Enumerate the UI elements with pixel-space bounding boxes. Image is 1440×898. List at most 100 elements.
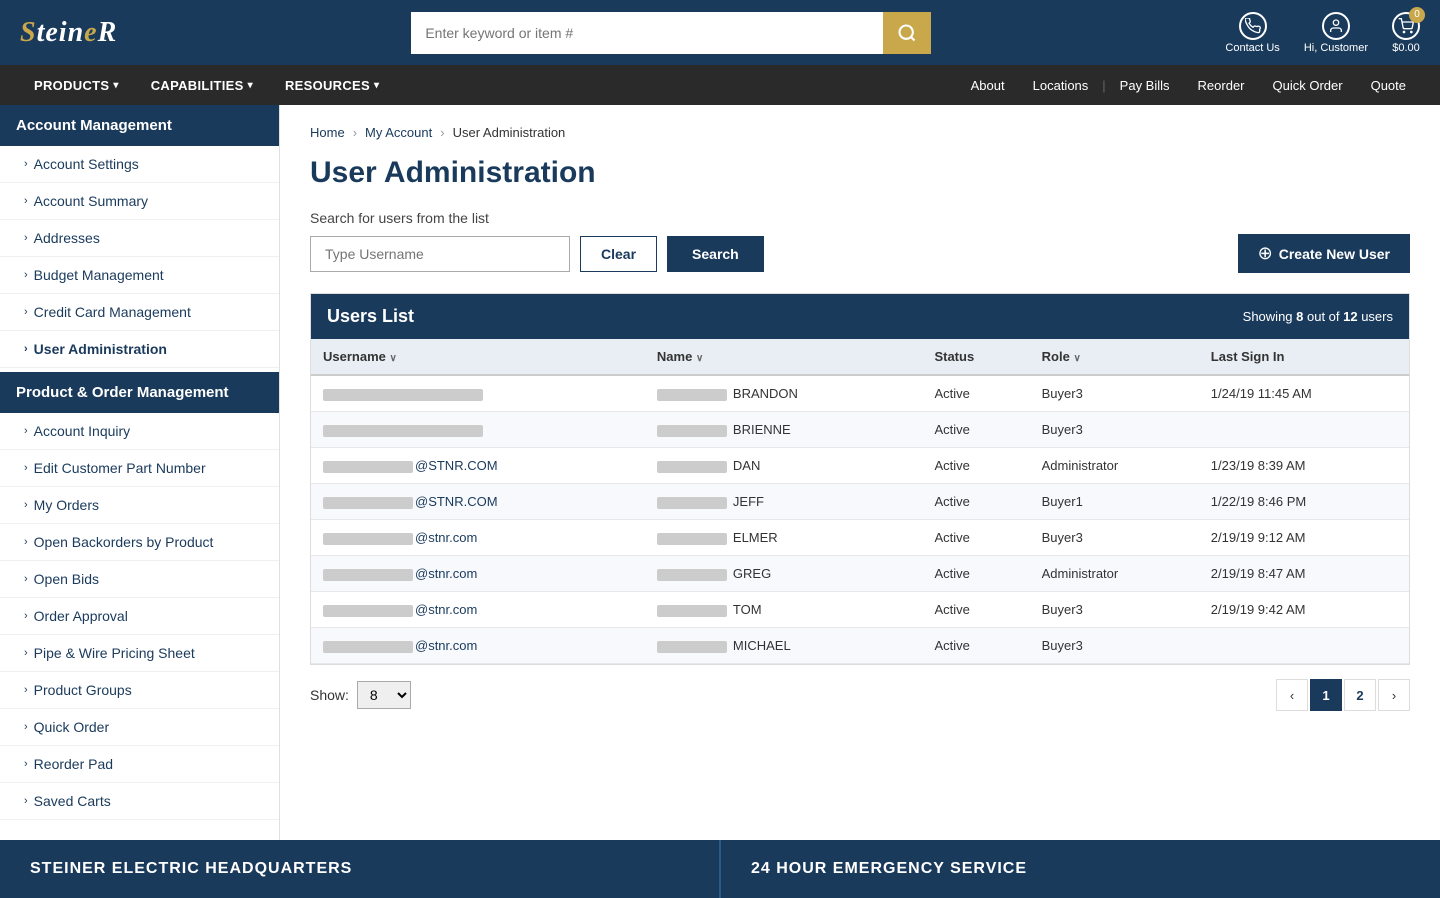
cell-last-sign-in: 1/22/19 8:46 PM: [1199, 484, 1409, 520]
prev-page-button[interactable]: ‹: [1276, 679, 1308, 711]
breadcrumb-home[interactable]: Home: [310, 125, 345, 140]
sidebar-item-quick-order[interactable]: › Quick Order: [0, 709, 279, 746]
table-row[interactable]: BRANDONActiveBuyer31/24/19 11:45 AM: [311, 375, 1409, 412]
name-blurred: [657, 569, 727, 581]
name-value: TOM: [733, 602, 762, 617]
search-button[interactable]: Search: [667, 236, 764, 272]
nav-item-locations[interactable]: Locations: [1019, 70, 1103, 101]
name-value: DAN: [733, 458, 760, 473]
username-blurred: [323, 461, 413, 473]
contact-us-icon-item[interactable]: Contact Us: [1225, 12, 1279, 54]
sidebar-item-budget-management[interactable]: › Budget Management: [0, 257, 279, 294]
sidebar-item-account-inquiry[interactable]: › Account Inquiry: [0, 413, 279, 450]
chevron-right-icon: ›: [24, 536, 28, 548]
breadcrumb-my-account[interactable]: My Account: [365, 125, 432, 140]
cell-role: Buyer1: [1030, 484, 1199, 520]
sidebar-item-account-settings[interactable]: › Account Settings: [0, 146, 279, 183]
table-row[interactable]: BRIENNEActiveBuyer3: [311, 412, 1409, 448]
cell-username[interactable]: @stnr.com: [311, 592, 645, 628]
footer-emergency-service: 24 HOUR EMERGENCY SERVICE: [719, 840, 1440, 898]
create-new-user-button[interactable]: ⊕ Create New User: [1238, 234, 1410, 273]
col-username[interactable]: Username ∨: [311, 339, 645, 375]
cart-icon-item[interactable]: 0 $0.00: [1392, 12, 1420, 54]
table-row[interactable]: @stnr.comELMERActiveBuyer32/19/19 9:12 A…: [311, 520, 1409, 556]
sidebar-item-order-approval[interactable]: › Order Approval: [0, 598, 279, 635]
table-row[interactable]: @stnr.comTOMActiveBuyer32/19/19 9:42 AM: [311, 592, 1409, 628]
table-row[interactable]: @STNR.COMJEFFActiveBuyer11/22/19 8:46 PM: [311, 484, 1409, 520]
chevron-right-icon: ›: [24, 647, 28, 659]
sidebar-item-account-summary[interactable]: › Account Summary: [0, 183, 279, 220]
col-status: Status: [922, 339, 1029, 375]
cell-username[interactable]: @stnr.com: [311, 520, 645, 556]
username-domain: @stnr.com: [415, 566, 477, 581]
showing-total: 12: [1343, 309, 1357, 324]
clear-button[interactable]: Clear: [580, 236, 657, 272]
sidebar-item-user-administration[interactable]: › User Administration: [0, 331, 279, 368]
breadcrumb-sep2: ›: [440, 125, 444, 140]
sort-icon: ∨: [390, 353, 397, 364]
cell-last-sign-in: 2/19/19 9:42 AM: [1199, 592, 1409, 628]
nav-item-quote[interactable]: Quote: [1357, 70, 1420, 101]
cell-username[interactable]: @stnr.com: [311, 628, 645, 664]
nav-item-reorder[interactable]: Reorder: [1184, 70, 1259, 101]
cell-role: Buyer3: [1030, 628, 1199, 664]
users-table-container: Users List Showing 8 out of 12 users Use…: [310, 293, 1410, 665]
chevron-down-icon: ▾: [374, 80, 379, 91]
name-value: MICHAEL: [733, 638, 791, 653]
username-blurred: [323, 389, 483, 401]
cell-status: Active: [922, 592, 1029, 628]
next-page-button[interactable]: ›: [1378, 679, 1410, 711]
nav-item-capabilities[interactable]: CAPABILITIES ▾: [137, 70, 267, 101]
cell-name: ELMER: [645, 520, 923, 556]
sidebar-item-my-orders[interactable]: › My Orders: [0, 487, 279, 524]
cell-username[interactable]: @STNR.COM: [311, 484, 645, 520]
chevron-right-icon: ›: [24, 610, 28, 622]
cell-name: BRANDON: [645, 375, 923, 412]
page-1-button[interactable]: 1: [1310, 679, 1342, 711]
table-row[interactable]: @stnr.comMICHAELActiveBuyer3: [311, 628, 1409, 664]
chevron-right-icon: ›: [24, 425, 28, 437]
main-layout: Account Management › Account Settings › …: [0, 105, 1440, 840]
sidebar-item-product-groups[interactable]: › Product Groups: [0, 672, 279, 709]
sidebar-item-pipe-wire-pricing-sheet[interactable]: › Pipe & Wire Pricing Sheet: [0, 635, 279, 672]
col-name[interactable]: Name ∨: [645, 339, 923, 375]
table-row[interactable]: @STNR.COMDANActiveAdministrator1/23/19 8…: [311, 448, 1409, 484]
username-domain: @STNR.COM: [415, 494, 498, 509]
search-submit-button[interactable]: [883, 12, 931, 54]
col-last-sign-in: Last Sign In: [1199, 339, 1409, 375]
sidebar-item-credit-card-management[interactable]: › Credit Card Management: [0, 294, 279, 331]
chevron-right-icon: ›: [24, 758, 28, 770]
sidebar-item-open-bids[interactable]: › Open Bids: [0, 561, 279, 598]
sidebar-item-open-backorders-by-product[interactable]: › Open Backorders by Product: [0, 524, 279, 561]
nav-item-quick-order[interactable]: Quick Order: [1259, 70, 1357, 101]
cell-username[interactable]: [311, 375, 645, 412]
users-table-header: Users List Showing 8 out of 12 users: [311, 294, 1409, 339]
logo[interactable]: SteineR: [20, 17, 117, 49]
sidebar-item-saved-carts[interactable]: › Saved Carts: [0, 783, 279, 820]
cell-username[interactable]: @STNR.COM: [311, 448, 645, 484]
cell-username[interactable]: @stnr.com: [311, 556, 645, 592]
search-input[interactable]: [411, 12, 883, 54]
nav-item-pay-bills[interactable]: Pay Bills: [1106, 70, 1184, 101]
cart-count-badge: 0: [1409, 7, 1425, 23]
username-search-input[interactable]: [310, 236, 570, 272]
contact-icon: [1239, 12, 1267, 40]
search-label: Search for users from the list: [310, 210, 1410, 226]
sidebar-item-edit-customer-part-number[interactable]: › Edit Customer Part Number: [0, 450, 279, 487]
table-row[interactable]: @stnr.comGREGActiveAdministrator2/19/19 …: [311, 556, 1409, 592]
col-role[interactable]: Role ∨: [1030, 339, 1199, 375]
nav-item-products[interactable]: PRODUCTS ▾: [20, 70, 133, 101]
page-2-button[interactable]: 2: [1344, 679, 1376, 711]
nav-item-resources[interactable]: RESOURCES ▾: [271, 70, 393, 101]
sort-icon: ∨: [696, 353, 703, 364]
cell-username[interactable]: [311, 412, 645, 448]
sidebar-item-addresses[interactable]: › Addresses: [0, 220, 279, 257]
sidebar-item-reorder-pad[interactable]: › Reorder Pad: [0, 746, 279, 783]
top-bar: SteineR Contact Us: [0, 0, 1440, 65]
show-per-page-select[interactable]: 8 16 24: [357, 681, 411, 709]
nav-item-about[interactable]: About: [957, 70, 1019, 101]
account-icon-item[interactable]: Hi, Customer: [1304, 12, 1368, 54]
cell-last-sign-in: [1199, 628, 1409, 664]
footer: STEINER ELECTRIC HEADQUARTERS 24 HOUR EM…: [0, 840, 1440, 898]
name-value: GREG: [733, 566, 771, 581]
